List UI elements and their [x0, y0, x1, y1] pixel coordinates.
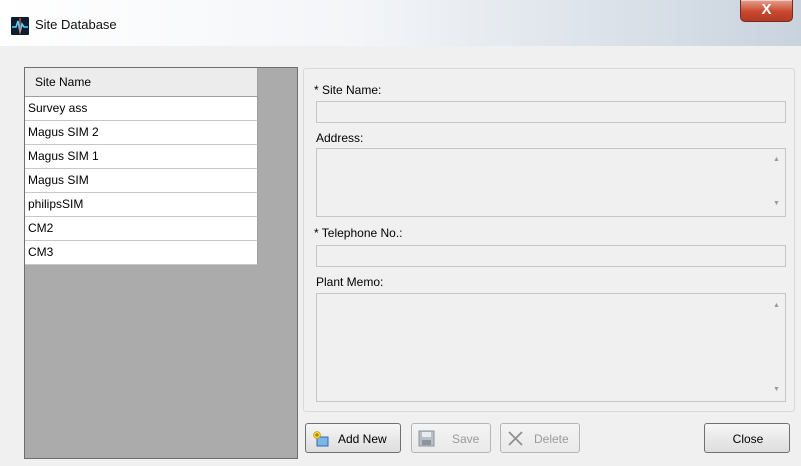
plant-memo-label: Plant Memo: [316, 275, 384, 289]
x-delete-icon [507, 430, 524, 450]
table-row[interactable]: Magus SIM 2 [25, 121, 258, 145]
site-database-window: Site Database X Site Name Survey ass Mag… [0, 0, 801, 466]
address-label: Address: [316, 131, 364, 145]
save-button[interactable]: Save [411, 423, 491, 453]
scroll-up-icon[interactable]: ▲ [773, 156, 780, 163]
site-name-field[interactable] [316, 101, 786, 123]
grid-header-label: Site Name [35, 75, 92, 89]
table-row[interactable]: CM2 [25, 217, 258, 241]
telephone-field[interactable] [316, 245, 786, 267]
plant-memo-scrollbar[interactable]: ▲ ▼ [769, 294, 784, 401]
table-row[interactable]: Survey ass [25, 97, 258, 121]
save-label: Save [452, 432, 480, 446]
close-button[interactable]: Close [704, 423, 790, 453]
scroll-up-icon[interactable]: ▲ [773, 302, 780, 309]
title-bar[interactable]: Site Database X [0, 0, 801, 46]
site-name-cell: Magus SIM 2 [28, 125, 99, 139]
plant-memo-field[interactable]: ▲ ▼ [316, 293, 786, 402]
table-row[interactable]: Magus SIM [25, 169, 258, 193]
site-name-cell: Magus SIM 1 [28, 149, 99, 163]
add-new-button[interactable]: Add New [305, 423, 401, 453]
site-name-cell: Magus SIM [28, 173, 89, 187]
table-row[interactable]: philipsSIM [25, 193, 258, 217]
site-list-grid[interactable]: Site Name Survey ass Magus SIM 2 Magus S… [24, 67, 298, 459]
app-waveform-icon [11, 17, 29, 35]
floppy-disk-icon [418, 430, 435, 450]
window-title: Site Database [35, 17, 117, 32]
grid-column-header-site-name[interactable]: Site Name [25, 68, 258, 97]
add-new-icon [312, 430, 330, 451]
close-label: Close [732, 432, 764, 446]
table-row[interactable]: CM3 [25, 241, 258, 265]
table-row[interactable]: Magus SIM 1 [25, 145, 258, 169]
site-name-cell: Survey ass [28, 101, 88, 115]
delete-label: Delete [534, 432, 569, 446]
telephone-label: * Telephone No.: [314, 226, 403, 240]
site-details-form: * Site Name: Address: ▲ ▼ * Telephone No… [303, 68, 795, 412]
window-close-button[interactable]: X [740, 0, 793, 22]
site-name-cell: CM2 [28, 221, 54, 235]
scroll-down-icon[interactable]: ▼ [773, 386, 780, 393]
add-new-label: Add New [338, 432, 387, 446]
delete-button[interactable]: Delete [500, 423, 580, 453]
address-field[interactable]: ▲ ▼ [316, 148, 786, 217]
site-name-label: * Site Name: [314, 83, 382, 97]
address-scrollbar[interactable]: ▲ ▼ [769, 149, 784, 216]
site-name-cell: philipsSIM [28, 197, 84, 211]
scroll-down-icon[interactable]: ▼ [773, 200, 780, 207]
site-name-cell: CM3 [28, 245, 54, 259]
